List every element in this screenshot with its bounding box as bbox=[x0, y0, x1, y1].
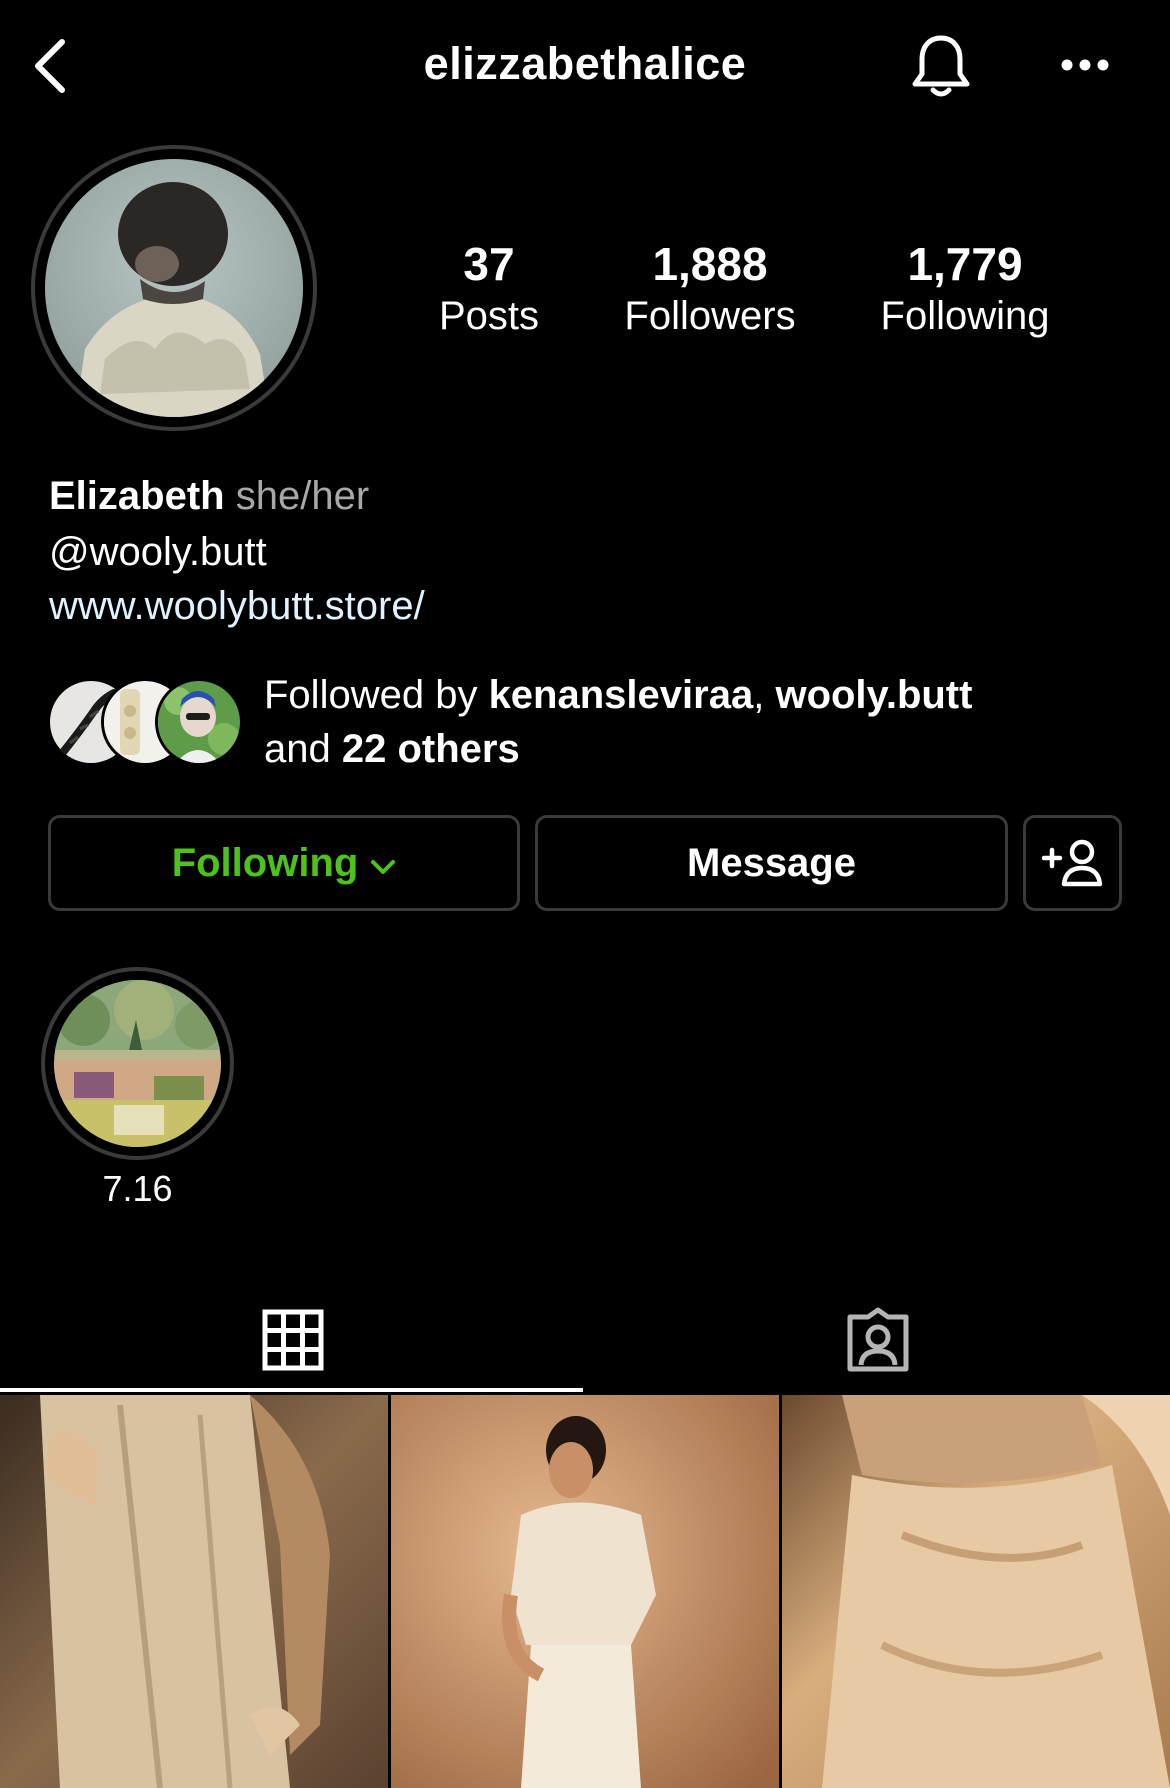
post-thumbnail[interactable] bbox=[782, 1395, 1170, 1788]
tab-tagged[interactable] bbox=[585, 1290, 1170, 1390]
followed-by-text[interactable]: Followed by kenansleviraa, wooly.butt an… bbox=[264, 668, 1124, 776]
header-username: elizzabethalice bbox=[423, 38, 747, 89]
followed-by-separator: , bbox=[753, 673, 765, 717]
add-person-icon bbox=[1041, 839, 1102, 887]
following-label: Following bbox=[880, 294, 1050, 338]
tagged-person-icon bbox=[847, 1307, 908, 1372]
stat-followers[interactable]: 1,888 Followers bbox=[610, 238, 810, 340]
chevron-down-icon bbox=[370, 841, 396, 886]
avatar-image bbox=[45, 159, 303, 417]
profile-pronouns: she/her bbox=[235, 474, 370, 518]
message-button-label: Message bbox=[687, 840, 856, 885]
following-button-label: Following bbox=[171, 840, 359, 885]
followers-count: 1,888 bbox=[652, 238, 768, 290]
followed-by-prefix: Followed by bbox=[264, 673, 478, 717]
active-tab-indicator bbox=[0, 1388, 583, 1392]
notifications-button[interactable] bbox=[906, 30, 976, 102]
highlight-cover-image bbox=[54, 980, 221, 1147]
following-count: 1,779 bbox=[907, 238, 1023, 290]
tab-posts-grid[interactable] bbox=[0, 1290, 585, 1390]
mutual-user-2: wooly.butt bbox=[775, 673, 973, 717]
posts-count: 37 bbox=[463, 238, 515, 290]
post-thumbnail[interactable] bbox=[391, 1395, 779, 1788]
bio-website-link[interactable]: www.woolybutt.store/ bbox=[49, 580, 425, 632]
following-button[interactable]: Following bbox=[48, 815, 520, 911]
story-highlight[interactable] bbox=[41, 967, 234, 1160]
bio-name-line: Elizabeth she/her bbox=[49, 470, 369, 522]
bell-icon bbox=[912, 35, 970, 97]
highlight-label: 7.16 bbox=[102, 1168, 173, 1209]
mutual-user-1: kenansleviraa bbox=[488, 673, 754, 717]
post-thumbnail[interactable] bbox=[0, 1395, 388, 1788]
posts-label: Posts bbox=[438, 294, 540, 338]
mutual-avatar bbox=[155, 678, 243, 766]
profile-name: Elizabeth bbox=[49, 474, 225, 518]
message-button[interactable]: Message bbox=[535, 815, 1008, 911]
more-options-button[interactable] bbox=[1055, 40, 1115, 90]
grid-icon bbox=[262, 1309, 323, 1371]
followed-by-and: and bbox=[264, 727, 331, 771]
stat-following[interactable]: 1,779 Following bbox=[865, 238, 1065, 340]
mutual-followers-avatars[interactable] bbox=[47, 678, 247, 766]
stat-posts[interactable]: 37 Posts bbox=[419, 238, 559, 340]
more-horizontal-icon bbox=[1061, 59, 1109, 71]
bio-mention-link[interactable]: @wooly.butt bbox=[49, 526, 267, 578]
profile-avatar[interactable] bbox=[31, 145, 317, 431]
followers-label: Followers bbox=[624, 294, 796, 338]
suggest-people-button[interactable] bbox=[1023, 815, 1122, 911]
mutual-others-count: 22 others bbox=[341, 727, 520, 771]
